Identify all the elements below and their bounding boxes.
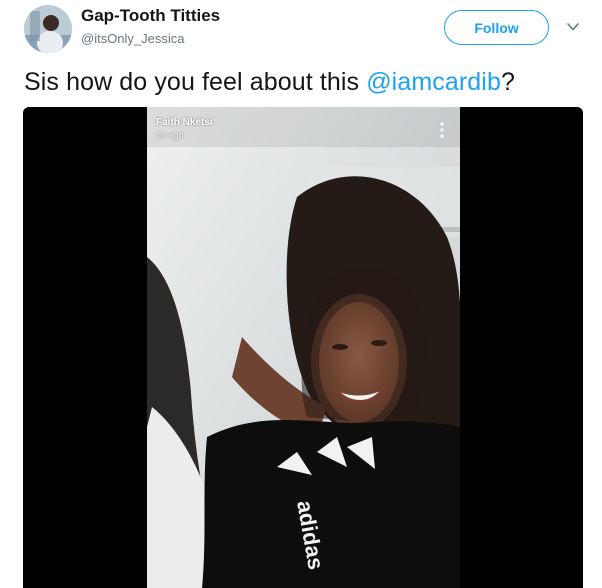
video-still: adidas: [147, 107, 460, 588]
user-handle[interactable]: @itsOnly_Jessica: [81, 31, 185, 46]
display-name[interactable]: Gap-Tooth Titties: [81, 6, 220, 26]
tweet-media[interactable]: adidas Faith Nketsi 6h ago: [23, 107, 583, 588]
mention-link[interactable]: @iamcardib: [366, 68, 501, 96]
tweet-text: Sis how do you feel about this @iamcardi…: [24, 68, 515, 97]
video-frame[interactable]: adidas Faith Nketsi 6h ago: [147, 107, 460, 588]
tweet-header: Gap-Tooth Titties @itsOnly_Jessica Follo…: [0, 0, 602, 60]
chevron-down-icon[interactable]: [566, 20, 580, 34]
story-username: Faith Nketsi: [156, 117, 213, 128]
follow-button[interactable]: Follow: [444, 10, 549, 45]
avatar[interactable]: [24, 5, 72, 53]
tweet-text-body: Sis how do you feel about this: [24, 68, 367, 96]
avatar-image: [24, 5, 72, 53]
more-vertical-icon[interactable]: [438, 121, 446, 139]
tweet-text-suffix: ?: [500, 68, 515, 96]
story-timestamp: 6h ago: [156, 130, 184, 140]
